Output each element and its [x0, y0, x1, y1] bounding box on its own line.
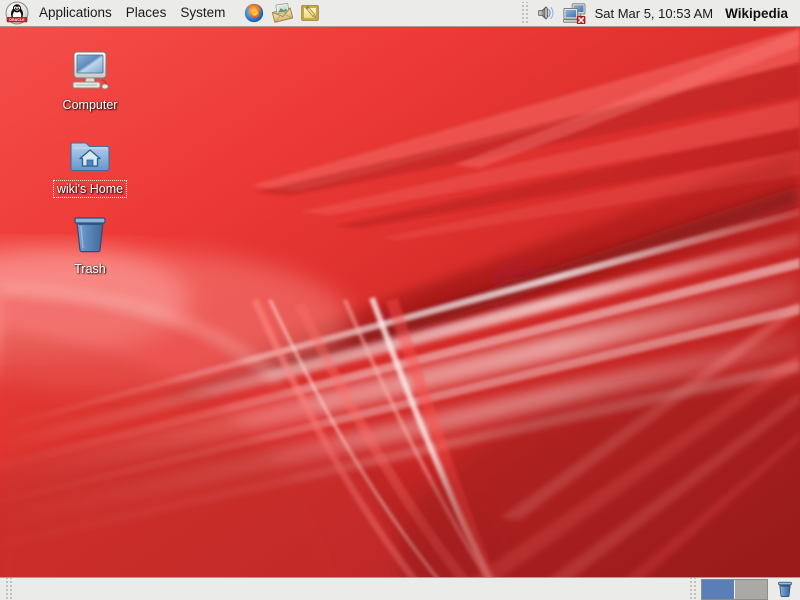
notification-area-grip[interactable] [520, 2, 530, 24]
desktop-icon-home[interactable]: wiki's Home [38, 130, 142, 199]
launcher-text-editor[interactable] [297, 1, 323, 25]
computer-monitor-icon [66, 46, 114, 94]
desktop-icon-trash[interactable]: Trash [38, 210, 142, 277]
trash-applet[interactable] [775, 579, 795, 599]
desktop-screen: Computer wiki's Home Trash ORACLE Applic… [0, 0, 800, 600]
network-disconnected-icon [562, 3, 585, 24]
launcher-evolution[interactable] [269, 1, 295, 25]
top-panel: ORACLE Applications Places System Sat Ma… [0, 0, 800, 27]
svg-text:ORACLE: ORACLE [9, 18, 25, 22]
menu-applications[interactable]: Applications [32, 3, 119, 23]
desktop-icon-computer[interactable]: Computer [38, 46, 142, 113]
launcher-firefox[interactable] [241, 1, 267, 25]
user-name-applet[interactable]: Wikipedia [719, 3, 794, 24]
workspace-1[interactable] [702, 579, 734, 599]
workspace-switcher[interactable] [701, 578, 768, 600]
home-folder-icon [66, 130, 114, 178]
trash-bin-icon [66, 210, 114, 258]
window-list-grip[interactable] [5, 578, 14, 600]
desktop-icon-label: Trash [74, 262, 106, 276]
tray-network[interactable] [560, 1, 588, 25]
workspace-switcher-grip[interactable] [689, 578, 698, 600]
desktop-icon-label: wiki's Home [52, 179, 128, 199]
firefox-icon [245, 3, 264, 23]
tux-penguin-logo-icon[interactable]: ORACLE [3, 1, 31, 25]
menu-system[interactable]: System [173, 3, 232, 23]
panel-clock[interactable]: Sat Mar 5, 10:53 AM [589, 3, 720, 24]
menu-places[interactable]: Places [119, 3, 174, 23]
bottom-panel [0, 577, 800, 600]
workspace-2[interactable] [734, 579, 767, 599]
evolution-mail-icon [272, 3, 294, 23]
text-editor-icon [301, 5, 320, 21]
desktop-icon-label: Computer [62, 98, 118, 112]
trash-bin-icon [778, 581, 792, 597]
volume-speaker-icon [537, 6, 554, 20]
tray-volume[interactable] [534, 1, 558, 25]
